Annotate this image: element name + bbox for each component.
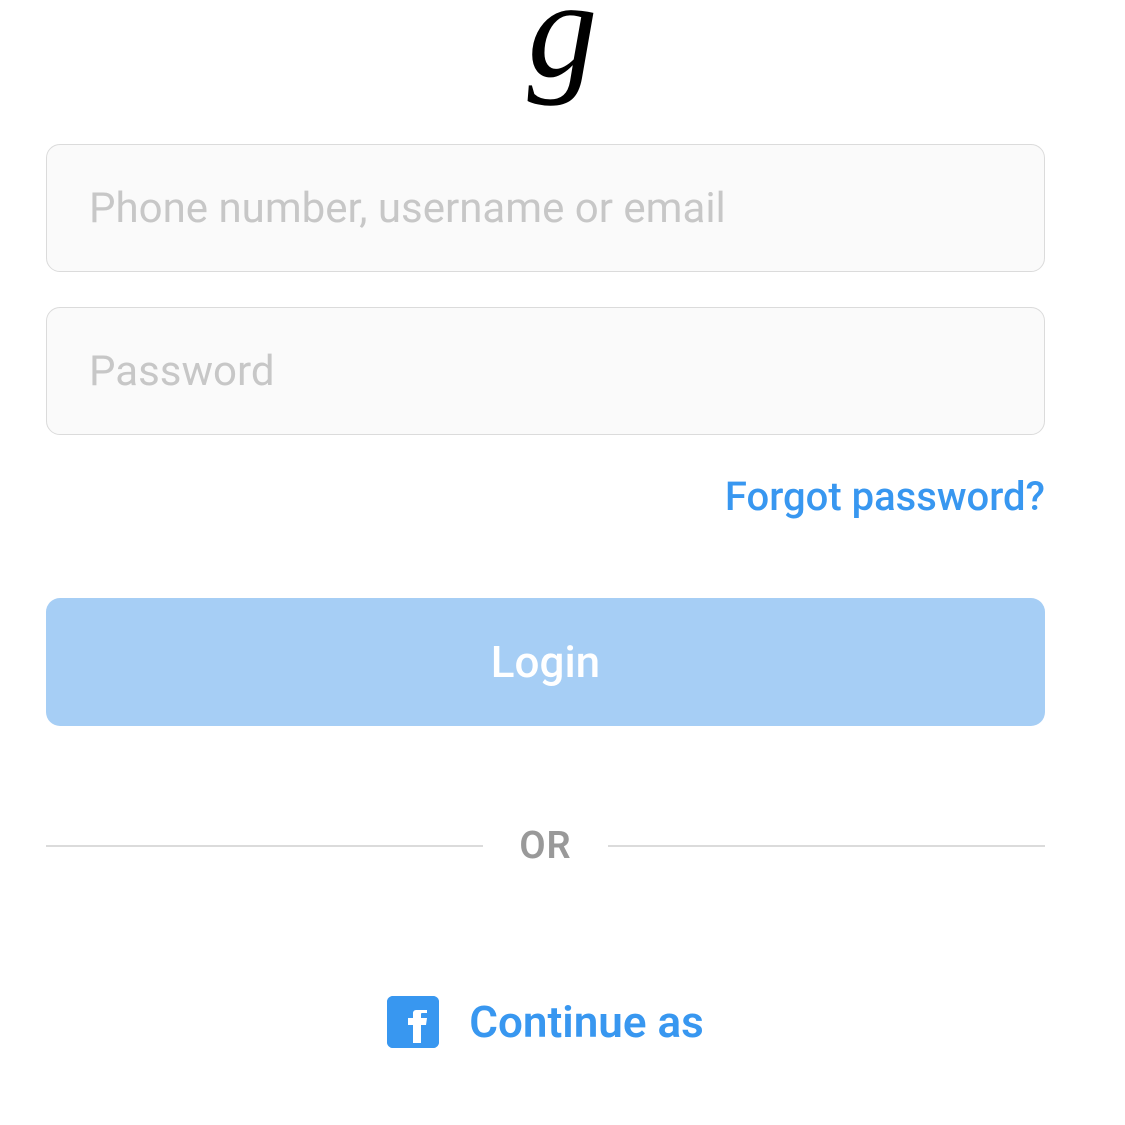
continue-with-facebook-button[interactable]: Continue as (46, 996, 1045, 1048)
login-form: Forgot password? Login OR Continue as (46, 144, 1045, 1048)
username-input[interactable] (46, 144, 1045, 272)
login-button[interactable]: Login (46, 598, 1045, 726)
app-logo-fragment: g (528, 0, 598, 100)
facebook-continue-label: Continue as (469, 996, 703, 1048)
facebook-icon (387, 996, 439, 1048)
divider-line-left (46, 845, 483, 847)
divider: OR (46, 824, 1045, 868)
divider-label: OR (519, 824, 571, 868)
password-input[interactable] (46, 307, 1045, 435)
divider-line-right (608, 845, 1045, 847)
forgot-password-link[interactable]: Forgot password? (725, 473, 1045, 520)
